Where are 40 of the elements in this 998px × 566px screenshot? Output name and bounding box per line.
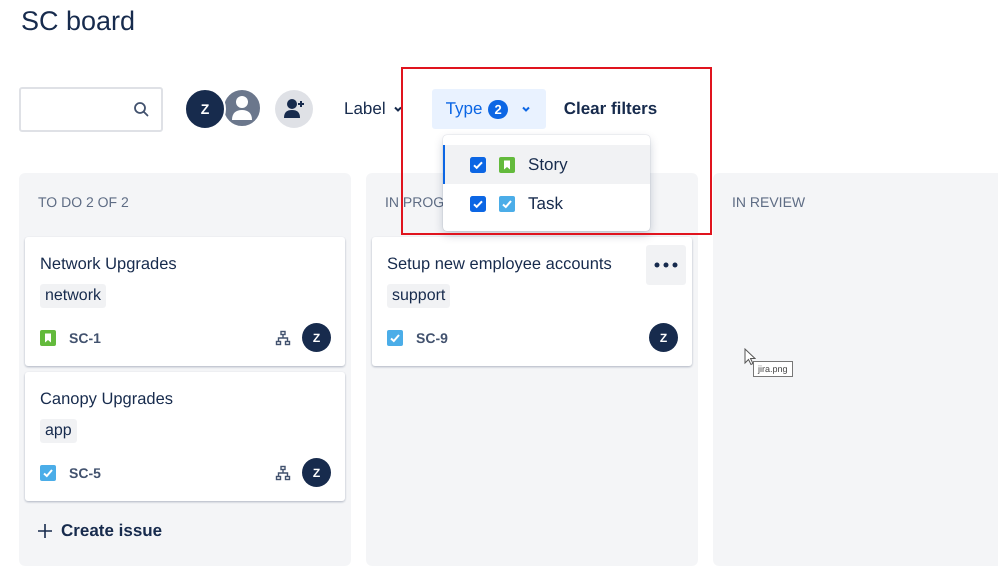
issue-label: app	[40, 419, 77, 443]
checkbox[interactable]	[470, 156, 486, 172]
issue-label: network	[40, 284, 106, 308]
column-title: TO DO 2 OF 2	[38, 194, 129, 210]
issue-card[interactable]: Network Upgrades network SC-1 Z	[25, 237, 345, 366]
user-avatar[interactable]: Z	[184, 88, 226, 130]
issue-card[interactable]: Setup new employee accounts support SC-9 Z	[372, 237, 692, 366]
issue-title: Network Upgrades	[40, 254, 177, 275]
assignee-avatar[interactable]: Z	[649, 323, 678, 352]
column-title: IN PROG	[385, 194, 444, 210]
issue-title: Setup new employee accounts	[387, 254, 612, 275]
issue-key[interactable]: SC-9	[416, 330, 448, 346]
filter-button[interactable]: Type 2	[432, 89, 546, 129]
more-button[interactable]	[646, 245, 686, 285]
issue-title: Canopy Upgrades	[40, 389, 173, 410]
menu-option[interactable]: Task	[443, 184, 650, 223]
clear-filters-button[interactable]: Clear filters	[556, 99, 666, 119]
count-badge: 2	[488, 100, 508, 118]
issue-label: support	[387, 284, 450, 308]
menu-option[interactable]: Story	[443, 145, 650, 184]
add-person-icon[interactable]	[274, 89, 314, 129]
issue-card[interactable]: Canopy Upgrades app SC-5 Z	[25, 372, 345, 501]
cursor-icon	[744, 348, 756, 366]
user-avatar[interactable]	[222, 88, 262, 128]
plus-icon	[37, 523, 53, 539]
issue-key[interactable]: SC-5	[69, 464, 101, 480]
filter-button[interactable]: Label	[330, 89, 418, 129]
assignee-avatar[interactable]: Z	[302, 323, 331, 352]
tooltip: jira.png	[753, 361, 793, 377]
issue-key[interactable]: SC-1	[69, 330, 101, 346]
search-field[interactable]	[19, 86, 163, 132]
assignee-avatar[interactable]: Z	[302, 458, 331, 487]
checkbox[interactable]	[470, 196, 486, 212]
option-label: Story	[528, 154, 568, 174]
board-title: SC board	[20, 5, 136, 38]
option-label: Task	[528, 194, 563, 214]
column-title: IN REVIEW	[732, 194, 806, 210]
create-issue-button[interactable]: Create issue	[25, 507, 174, 555]
dots-icon	[654, 262, 678, 268]
search-icon	[133, 101, 149, 117]
